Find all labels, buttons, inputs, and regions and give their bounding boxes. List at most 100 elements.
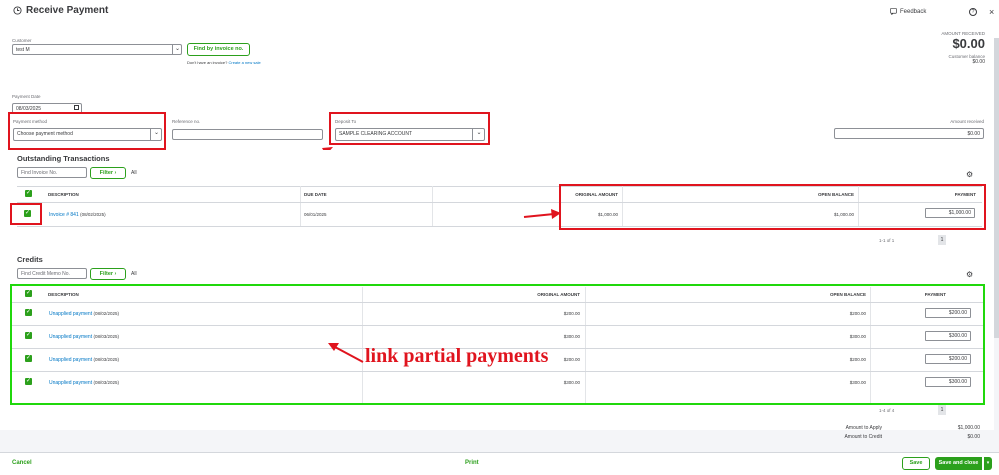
close-icon[interactable]: × (989, 7, 994, 17)
col-original-amount: ORIGINAL AMOUNT (537, 292, 580, 297)
outstanding-filter-button[interactable]: Filter › (90, 167, 126, 179)
table-row: Unapplied payment (08/03/2025) (49, 334, 119, 340)
footer-bar (0, 452, 999, 475)
invoice-link[interactable]: Invoice # 841 (49, 212, 79, 218)
original-amount: $300.00 (563, 334, 580, 339)
find-by-invoice-button[interactable]: Find by invoice no. (187, 43, 250, 56)
page-title-wrap: Receive Payment (13, 5, 108, 16)
highlight-row-checkbox (10, 203, 42, 225)
original-amount: $200.00 (563, 311, 580, 316)
divider (300, 186, 301, 226)
credit-row-checkbox[interactable]: ✓ (25, 332, 32, 339)
annotation-text: link partial payments (365, 345, 549, 367)
credit-date: (08/03/2025) (93, 357, 120, 362)
highlight-amounts (559, 184, 986, 230)
divider (12, 302, 983, 303)
outstanding-all-filter[interactable]: All (131, 170, 137, 176)
cancel-button[interactable]: Cancel (12, 460, 32, 466)
page-number[interactable]: 1 (938, 235, 946, 245)
credit-row-checkbox[interactable]: ✓ (25, 309, 32, 316)
divider (870, 287, 871, 403)
amount-to-apply-value: $1,000.00 (957, 425, 980, 431)
table-row: Unapplied payment (08/03/2025) (49, 357, 119, 363)
invoice-date: (08/02/2025) (80, 212, 106, 217)
find-invoice-input[interactable]: Find Invoice No. (17, 167, 87, 178)
save-button[interactable]: Save (902, 457, 930, 470)
gear-icon[interactable]: ⚙ (966, 170, 973, 179)
annotation-arrow-icon (328, 343, 364, 363)
feedback-link[interactable]: Feedback (890, 8, 926, 15)
payment-input[interactable]: $300.00 (925, 377, 971, 387)
annotation-arrow-icon (523, 209, 561, 219)
customer-select[interactable]: test M (12, 44, 182, 55)
credit-date: (08/03/2025) (93, 380, 120, 385)
amount-received-value: $0.00 (952, 36, 985, 51)
credit-link[interactable]: Unapplied payment (49, 380, 92, 386)
amount-received-input-value: $0.00 (967, 131, 980, 137)
print-button[interactable]: Print (465, 460, 479, 466)
divider (12, 371, 983, 372)
select-all-checkbox[interactable]: ✓ (25, 190, 32, 197)
amount-to-apply-label: Amount to Apply (845, 425, 882, 431)
highlight-deposit-to (329, 112, 490, 145)
col-description: DESCRIPTION (48, 292, 79, 297)
credits-pagination: 1-4 of 4 (879, 408, 895, 413)
open-balance: $200.00 (849, 311, 866, 316)
credit-link[interactable]: Unapplied payment (49, 311, 92, 317)
divider (585, 287, 586, 403)
outstanding-pagination: 1-1 of 1 (879, 238, 895, 243)
chevron-down-icon[interactable]: ⌄ (172, 44, 182, 55)
chevron-down-icon[interactable]: ▾ (983, 457, 992, 470)
amount-to-credit-value: $0.00 (967, 434, 980, 440)
credits-title: Credits (17, 255, 43, 264)
credit-link[interactable]: Unapplied payment (49, 357, 92, 363)
table-row: Unapplied payment (08/03/2025) (49, 380, 119, 386)
save-and-close-button[interactable]: Save and close (935, 457, 982, 470)
credit-link[interactable]: Unapplied payment (49, 334, 92, 340)
page-number[interactable]: 1 (938, 405, 946, 415)
payment-input[interactable]: $200.00 (925, 354, 971, 364)
filter-label: Filter (99, 271, 114, 277)
calendar-icon[interactable] (74, 105, 79, 110)
table-row: Unapplied payment (08/02/2025) (49, 311, 119, 317)
no-invoice-text: Don't have an invoice? (187, 60, 228, 65)
amount-to-credit-label: Amount to Credit (844, 434, 882, 440)
open-balance: $300.00 (849, 334, 866, 339)
amount-received-input[interactable]: $0.00 (834, 128, 984, 139)
credit-date: (08/02/2025) (93, 311, 120, 316)
feedback-icon (890, 8, 897, 15)
find-invoice-placeholder: Find Invoice No. (21, 170, 58, 176)
scrollbar[interactable] (994, 38, 999, 338)
no-invoice-hint: Don't have an invoice? Create a new sale (187, 60, 261, 65)
credit-row-checkbox[interactable]: ✓ (25, 355, 32, 362)
col-due-date: DUE DATE (304, 192, 327, 197)
due-date: 06/01/2025 (304, 212, 327, 217)
highlight-payment-method (8, 112, 166, 150)
credit-row-checkbox[interactable]: ✓ (25, 378, 32, 385)
payment-input[interactable]: $200.00 (925, 308, 971, 318)
divider (432, 186, 433, 226)
create-sale-link[interactable]: Create a new sale (228, 60, 260, 65)
reference-label: Reference no. (172, 119, 201, 124)
credits-filter-button[interactable]: Filter › (90, 268, 126, 280)
history-icon[interactable] (13, 6, 22, 15)
page-title: Receive Payment (26, 5, 109, 16)
find-credit-input[interactable]: Find Credit Memo No. (17, 268, 87, 279)
find-credit-placeholder: Find Credit Memo No. (21, 271, 70, 277)
select-all-credits-checkbox[interactable]: ✓ (25, 290, 32, 297)
help-icon[interactable]: ? (969, 8, 977, 16)
filter-label: Filter (99, 170, 114, 176)
customer-balance-value: $0.00 (972, 59, 985, 65)
original-amount: $300.00 (563, 380, 580, 385)
open-balance: $300.00 (849, 380, 866, 385)
col-payment: PAYMENT (924, 292, 946, 297)
open-balance: $200.00 (849, 357, 866, 362)
customer-label: Customer (12, 38, 32, 43)
gear-icon[interactable]: ⚙ (966, 270, 973, 279)
payment-date-label: Payment Date (12, 94, 41, 99)
credits-all-filter[interactable]: All (131, 271, 137, 277)
payment-input[interactable]: $300.00 (925, 331, 971, 341)
reference-input[interactable] (172, 129, 323, 140)
divider (12, 325, 983, 326)
credit-date: (08/03/2025) (93, 334, 120, 339)
